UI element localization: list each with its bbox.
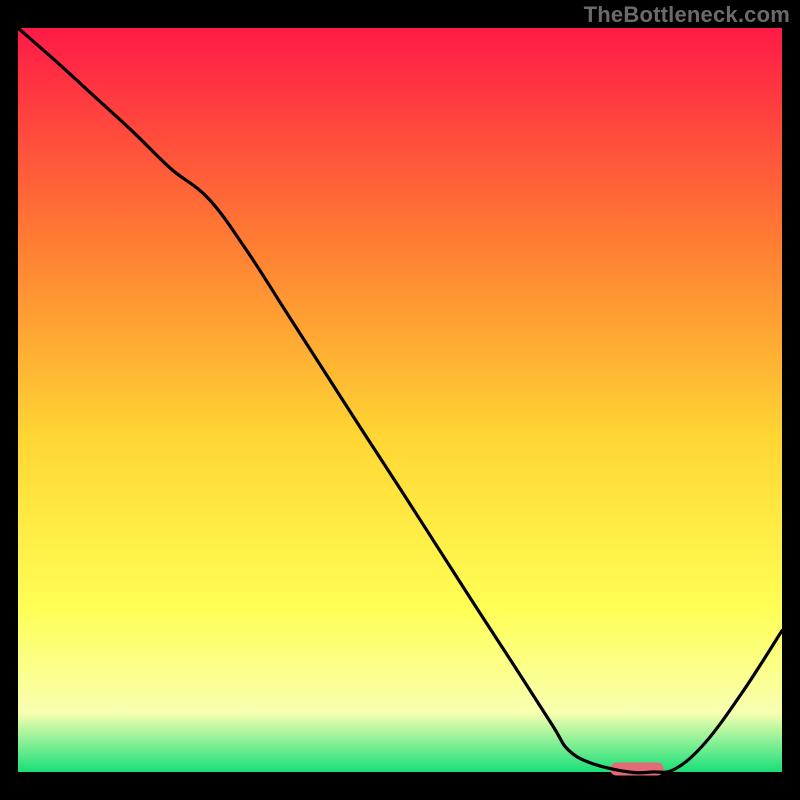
bottleneck-chart: TheBottleneck.com: [0, 0, 800, 800]
watermark-label: TheBottleneck.com: [584, 2, 790, 28]
plot-area: [18, 28, 782, 772]
chart-svg: [0, 0, 800, 800]
